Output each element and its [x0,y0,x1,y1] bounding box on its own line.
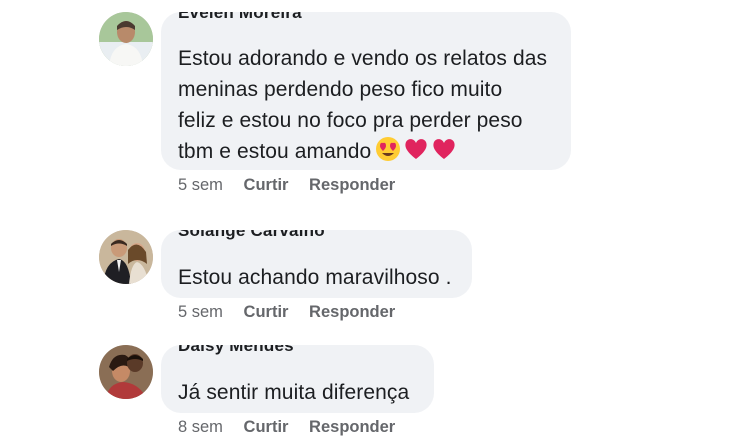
emoji-row [375,136,457,162]
comment-bubble: Daisy Mendes Já sentir muita diferença [161,345,434,413]
like-button[interactable]: Curtir [244,176,289,195]
reply-button[interactable]: Responder [309,176,395,195]
comment-line: meninas perdendo peso fico muito [178,78,503,101]
comment-timestamp[interactable]: 5 sem [178,176,223,195]
avatar[interactable] [99,345,153,399]
comment-actions: 8 sem Curtir Responder [178,418,395,437]
like-button[interactable]: Curtir [244,418,289,437]
comment-line: feliz e estou no foco pra perder peso [178,109,523,132]
reply-button[interactable]: Responder [309,418,395,437]
like-button[interactable]: Curtir [244,303,289,322]
comment-line: Estou adorando e vendo os relatos das [178,47,548,70]
avatar[interactable] [99,230,153,284]
comment-actions: 5 sem Curtir Responder [178,303,395,322]
comment-timestamp[interactable]: 5 sem [178,303,223,322]
comment-text: Estou adorando e vendo os relatos das me… [178,43,547,167]
comment-author[interactable]: Evelen Moreira [178,12,302,23]
comment-actions: 5 sem Curtir Responder [178,176,395,195]
comment-text: Já sentir muita diferença [178,377,409,408]
comment-bubble: Solange Carvalho Estou achando maravilho… [161,230,472,298]
comment-line: Já sentir muita diferença [178,381,410,404]
red-heart-icon [433,139,455,159]
reply-button[interactable]: Responder [309,303,395,322]
heart-eyes-emoji-icon [376,137,401,161]
comment-line: Estou achando maravilhoso . [178,266,452,289]
comment-author[interactable]: Daisy Mendes [178,345,294,356]
red-heart-icon [405,139,427,159]
comment-author[interactable]: Solange Carvalho [178,230,325,241]
comment-timestamp[interactable]: 8 sem [178,418,223,437]
comment-line-text: tbm e estou amando [178,140,372,163]
comment-bubble: Evelen Moreira Estou adorando e vendo os… [161,12,571,170]
avatar[interactable] [99,12,153,66]
comment-line: tbm e estou amando [178,136,547,167]
comment-text: Estou achando maravilhoso . [178,262,452,293]
